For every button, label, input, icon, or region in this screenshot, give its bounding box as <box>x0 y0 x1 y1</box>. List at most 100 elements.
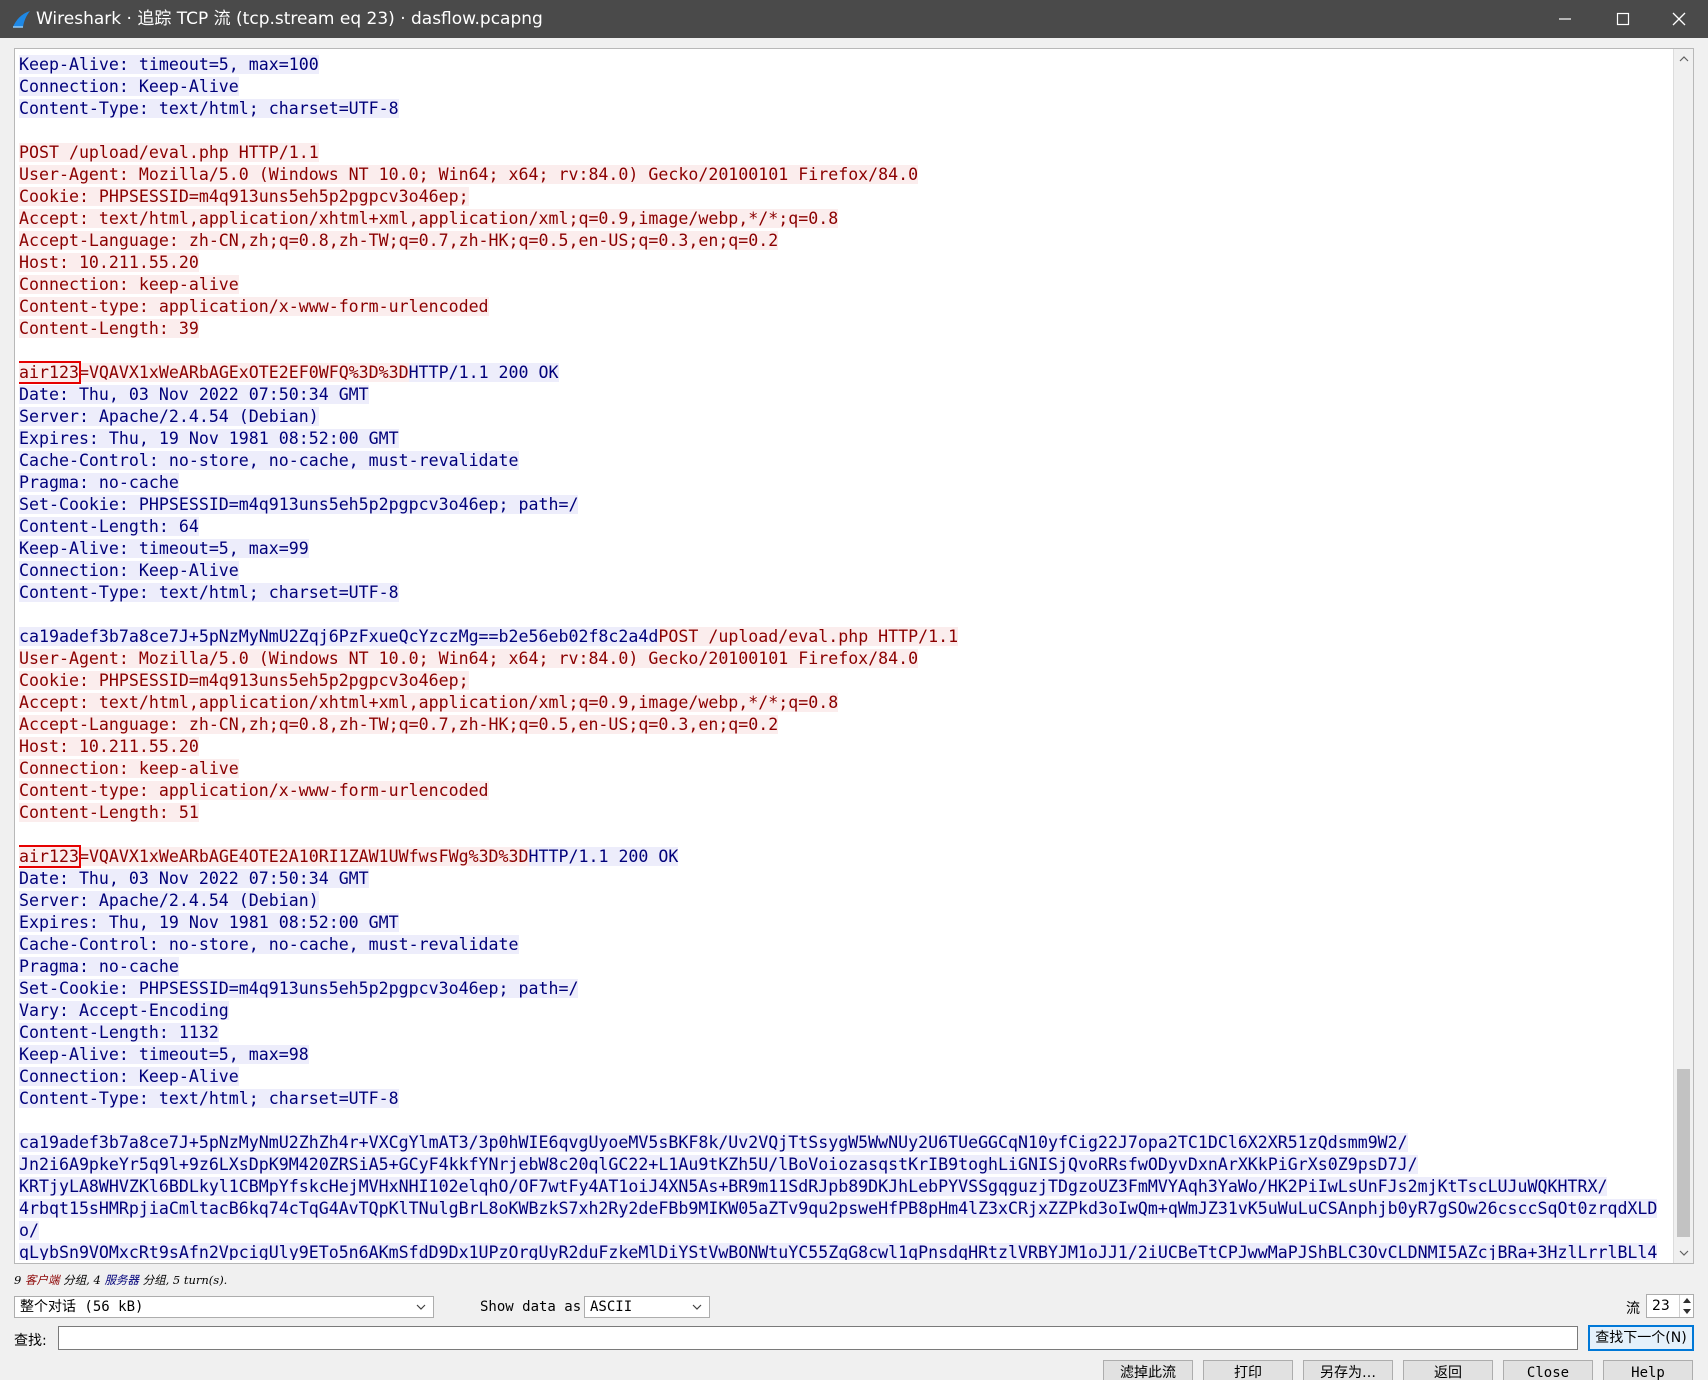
stream-line: Connection: keep-alive <box>19 758 1669 780</box>
stream-number-label: 流 <box>1626 1301 1640 1317</box>
client-data: Host: 10.211.55.20 <box>19 253 199 272</box>
filter-out-stream-button[interactable]: 滤掉此流 <box>1103 1360 1193 1380</box>
maximize-button[interactable] <box>1594 0 1652 38</box>
stream-line: KRTjyLA8WHVZKl6BDLkyl1CBMpYfskcHejMVHxNH… <box>19 1176 1669 1198</box>
stream-line: Server: Apache/2.4.54 (Debian) <box>19 890 1669 912</box>
server-data: Content-Type: text/html; charset=UTF-8 <box>19 583 399 602</box>
find-input[interactable] <box>58 1326 1578 1350</box>
stream-line: Content-Length: 51 <box>19 802 1669 824</box>
stream-line: User-Agent: Mozilla/5.0 (Windows NT 10.0… <box>19 164 1669 186</box>
server-data: Pragma: no-cache <box>19 957 179 976</box>
stream-line: Host: 10.211.55.20 <box>19 736 1669 758</box>
server-data: Content-Length: 64 <box>19 517 199 536</box>
stream-line: Set-Cookie: PHPSESSID=m4q913uns5eh5p2pgp… <box>19 494 1669 516</box>
tcp-stream-view[interactable]: Keep-Alive: timeout=5, max=100 Connection… <box>14 48 1694 1264</box>
stream-line: Host: 10.211.55.20 <box>19 252 1669 274</box>
stream-line <box>19 120 1669 142</box>
show-data-select[interactable]: ASCII <box>584 1296 710 1318</box>
minimize-button[interactable] <box>1536 0 1594 38</box>
stream-line: POST /upload/eval.php HTTP/1.1 <box>19 142 1669 164</box>
conversation-select[interactable]: 整个对话 (56 kB) <box>14 1296 434 1318</box>
client-data: Accept: text/html,application/xhtml+xml,… <box>19 693 839 712</box>
stream-line: Connection: Keep-Alive <box>19 560 1669 582</box>
stream-line: air123=VQAVX1xWeARbAGExOTE2EF0WFQ%3D%3DH… <box>19 361 1669 384</box>
client-data: Content-Length: 51 <box>19 803 199 822</box>
stream-line: Expires: Thu, 19 Nov 1981 08:52:00 GMT <box>19 428 1669 450</box>
client-data: Cookie: PHPSESSID=m4q913uns5eh5p2pgpcv3o… <box>19 671 469 690</box>
client-data: Content-type: application/x-www-form-url… <box>19 297 489 316</box>
client-data: POST /upload/eval.php HTTP/1.1 <box>658 627 959 646</box>
spin-up-button[interactable] <box>1679 1295 1693 1306</box>
triangle-down-icon <box>1682 1309 1691 1314</box>
save-as-button[interactable]: 另存为… <box>1303 1360 1393 1380</box>
stream-text[interactable]: Keep-Alive: timeout=5, max=100 Connection… <box>19 54 1669 1260</box>
stream-line: Content-Length: 1132 <box>19 1022 1669 1044</box>
server-data: 4rbqt15sHMRpjiaCmltacB6kq74cTqG4AvTQpKlT… <box>19 1199 1658 1240</box>
window-title: Wireshark · 追踪 TCP 流 (tcp.stream eq 23) … <box>36 9 543 29</box>
stream-line: Connection: keep-alive <box>19 274 1669 296</box>
stream-line: Accept-Language: zh-CN,zh;q=0.8,zh-TW;q=… <box>19 230 1669 252</box>
server-data: Content-Type: text/html; charset=UTF-8 <box>19 99 399 118</box>
server-data: Connection: Keep-Alive <box>19 1067 239 1086</box>
stream-line: Content-Type: text/html; charset=UTF-8 <box>19 1088 1669 1110</box>
scroll-thumb[interactable] <box>1677 1069 1690 1237</box>
server-data: HTTP/1.1 200 OK <box>528 847 679 866</box>
spin-down-button[interactable] <box>1679 1306 1693 1317</box>
wireshark-fin-icon <box>13 11 30 28</box>
stream-line <box>19 340 1669 362</box>
show-data-select-value: ASCII <box>590 1299 633 1315</box>
server-data: ca19adef3b7a8ce7J+5pNzMyNmU2ZhZh4r+VXCgY… <box>19 1133 1408 1152</box>
scroll-down-arrow[interactable] <box>1674 1243 1694 1263</box>
chevron-down-icon <box>692 1304 702 1310</box>
close-button[interactable] <box>1650 0 1708 38</box>
client-data: Accept-Language: zh-CN,zh;q=0.8,zh-TW;q=… <box>19 715 779 734</box>
server-data: Keep-Alive: timeout=5, max=98 <box>19 1045 309 1064</box>
back-button[interactable]: 返回 <box>1403 1360 1493 1380</box>
stream-line: Accept-Language: zh-CN,zh;q=0.8,zh-TW;q=… <box>19 714 1669 736</box>
stream-line: Cookie: PHPSESSID=m4q913uns5eh5p2pgpcv3o… <box>19 186 1669 208</box>
stream-line: Keep-Alive: timeout=5, max=99 <box>19 538 1669 560</box>
stream-line: Cookie: PHPSESSID=m4q913uns5eh5p2pgpcv3o… <box>19 670 1669 692</box>
stream-line: ca19adef3b7a8ce7J+5pNzMyNmU2ZhZh4r+VXCgY… <box>19 1132 1669 1154</box>
chevron-down-icon <box>1679 1250 1689 1256</box>
stream-line: Cache-Control: no-store, no-cache, must-… <box>19 934 1669 956</box>
stream-line: Connection: Keep-Alive <box>19 76 1669 98</box>
server-data: Set-Cookie: PHPSESSID=m4q913uns5eh5p2pgp… <box>19 979 579 998</box>
server-data: HTTP/1.1 200 OK <box>408 363 559 382</box>
help-button[interactable]: Help <box>1603 1360 1693 1380</box>
vertical-scrollbar[interactable] <box>1673 49 1693 1263</box>
stream-line: Accept: text/html,application/xhtml+xml,… <box>19 208 1669 230</box>
client-data: User-Agent: Mozilla/5.0 (Windows NT 10.0… <box>19 649 919 668</box>
print-button[interactable]: 打印 <box>1203 1360 1293 1380</box>
client-data: =VQAVX1xWeARbAGExOTE2EF0WFQ%3D%3D <box>78 363 409 382</box>
chevron-down-icon <box>416 1304 426 1310</box>
stream-line: Date: Thu, 03 Nov 2022 07:50:34 GMT <box>19 868 1669 890</box>
stream-line: Server: Apache/2.4.54 (Debian) <box>19 406 1669 428</box>
server-data: ca19adef3b7a8ce7J+5pNzMyNmU2Zqj6PzFxueQc… <box>19 627 659 646</box>
server-data: Expires: Thu, 19 Nov 1981 08:52:00 GMT <box>19 429 399 448</box>
stream-line: Content-Length: 64 <box>19 516 1669 538</box>
chevron-up-icon <box>1679 56 1689 62</box>
client-data: Accept-Language: zh-CN,zh;q=0.8,zh-TW;q=… <box>19 231 779 250</box>
stream-line: Accept: text/html,application/xhtml+xml,… <box>19 692 1669 714</box>
stream-line: qLybSn9VOMxcRt9sAfn2VpcigUly9ETo5n6AKmSf… <box>19 1242 1669 1260</box>
server-data: Content-Length: 1132 <box>19 1023 219 1042</box>
client-data: Host: 10.211.55.20 <box>19 737 199 756</box>
close-dialog-button[interactable]: Close <box>1503 1360 1593 1380</box>
stream-line: air123=VQAVX1xWeARbAGE4OTE2A10RI1ZAW1UWf… <box>19 845 1669 868</box>
client-data: Content-Length: 39 <box>19 319 199 338</box>
client-data: Connection: keep-alive <box>19 275 239 294</box>
summary-text-2: 分组, <box>142 1273 170 1287</box>
scroll-up-arrow[interactable] <box>1674 49 1694 69</box>
server-data: Vary: Accept-Encoding <box>19 1001 229 1020</box>
server-data: Keep-Alive: timeout=5, max=100 <box>19 55 319 74</box>
find-label: 查找: <box>14 1333 47 1349</box>
server-data: Date: Thu, 03 Nov 2022 07:50:34 GMT <box>19 869 369 888</box>
stream-number-spinbox[interactable]: 23 <box>1646 1294 1694 1318</box>
client-data: POST /upload/eval.php HTTP/1.1 <box>19 143 319 162</box>
stream-line <box>19 604 1669 626</box>
client-packet-count: 9 <box>14 1273 22 1287</box>
find-next-button[interactable]: 查找下一个(N) <box>1588 1325 1694 1351</box>
server-data: Cache-Control: no-store, no-cache, must-… <box>19 451 519 470</box>
summary-text-1: 分组, <box>63 1273 90 1287</box>
